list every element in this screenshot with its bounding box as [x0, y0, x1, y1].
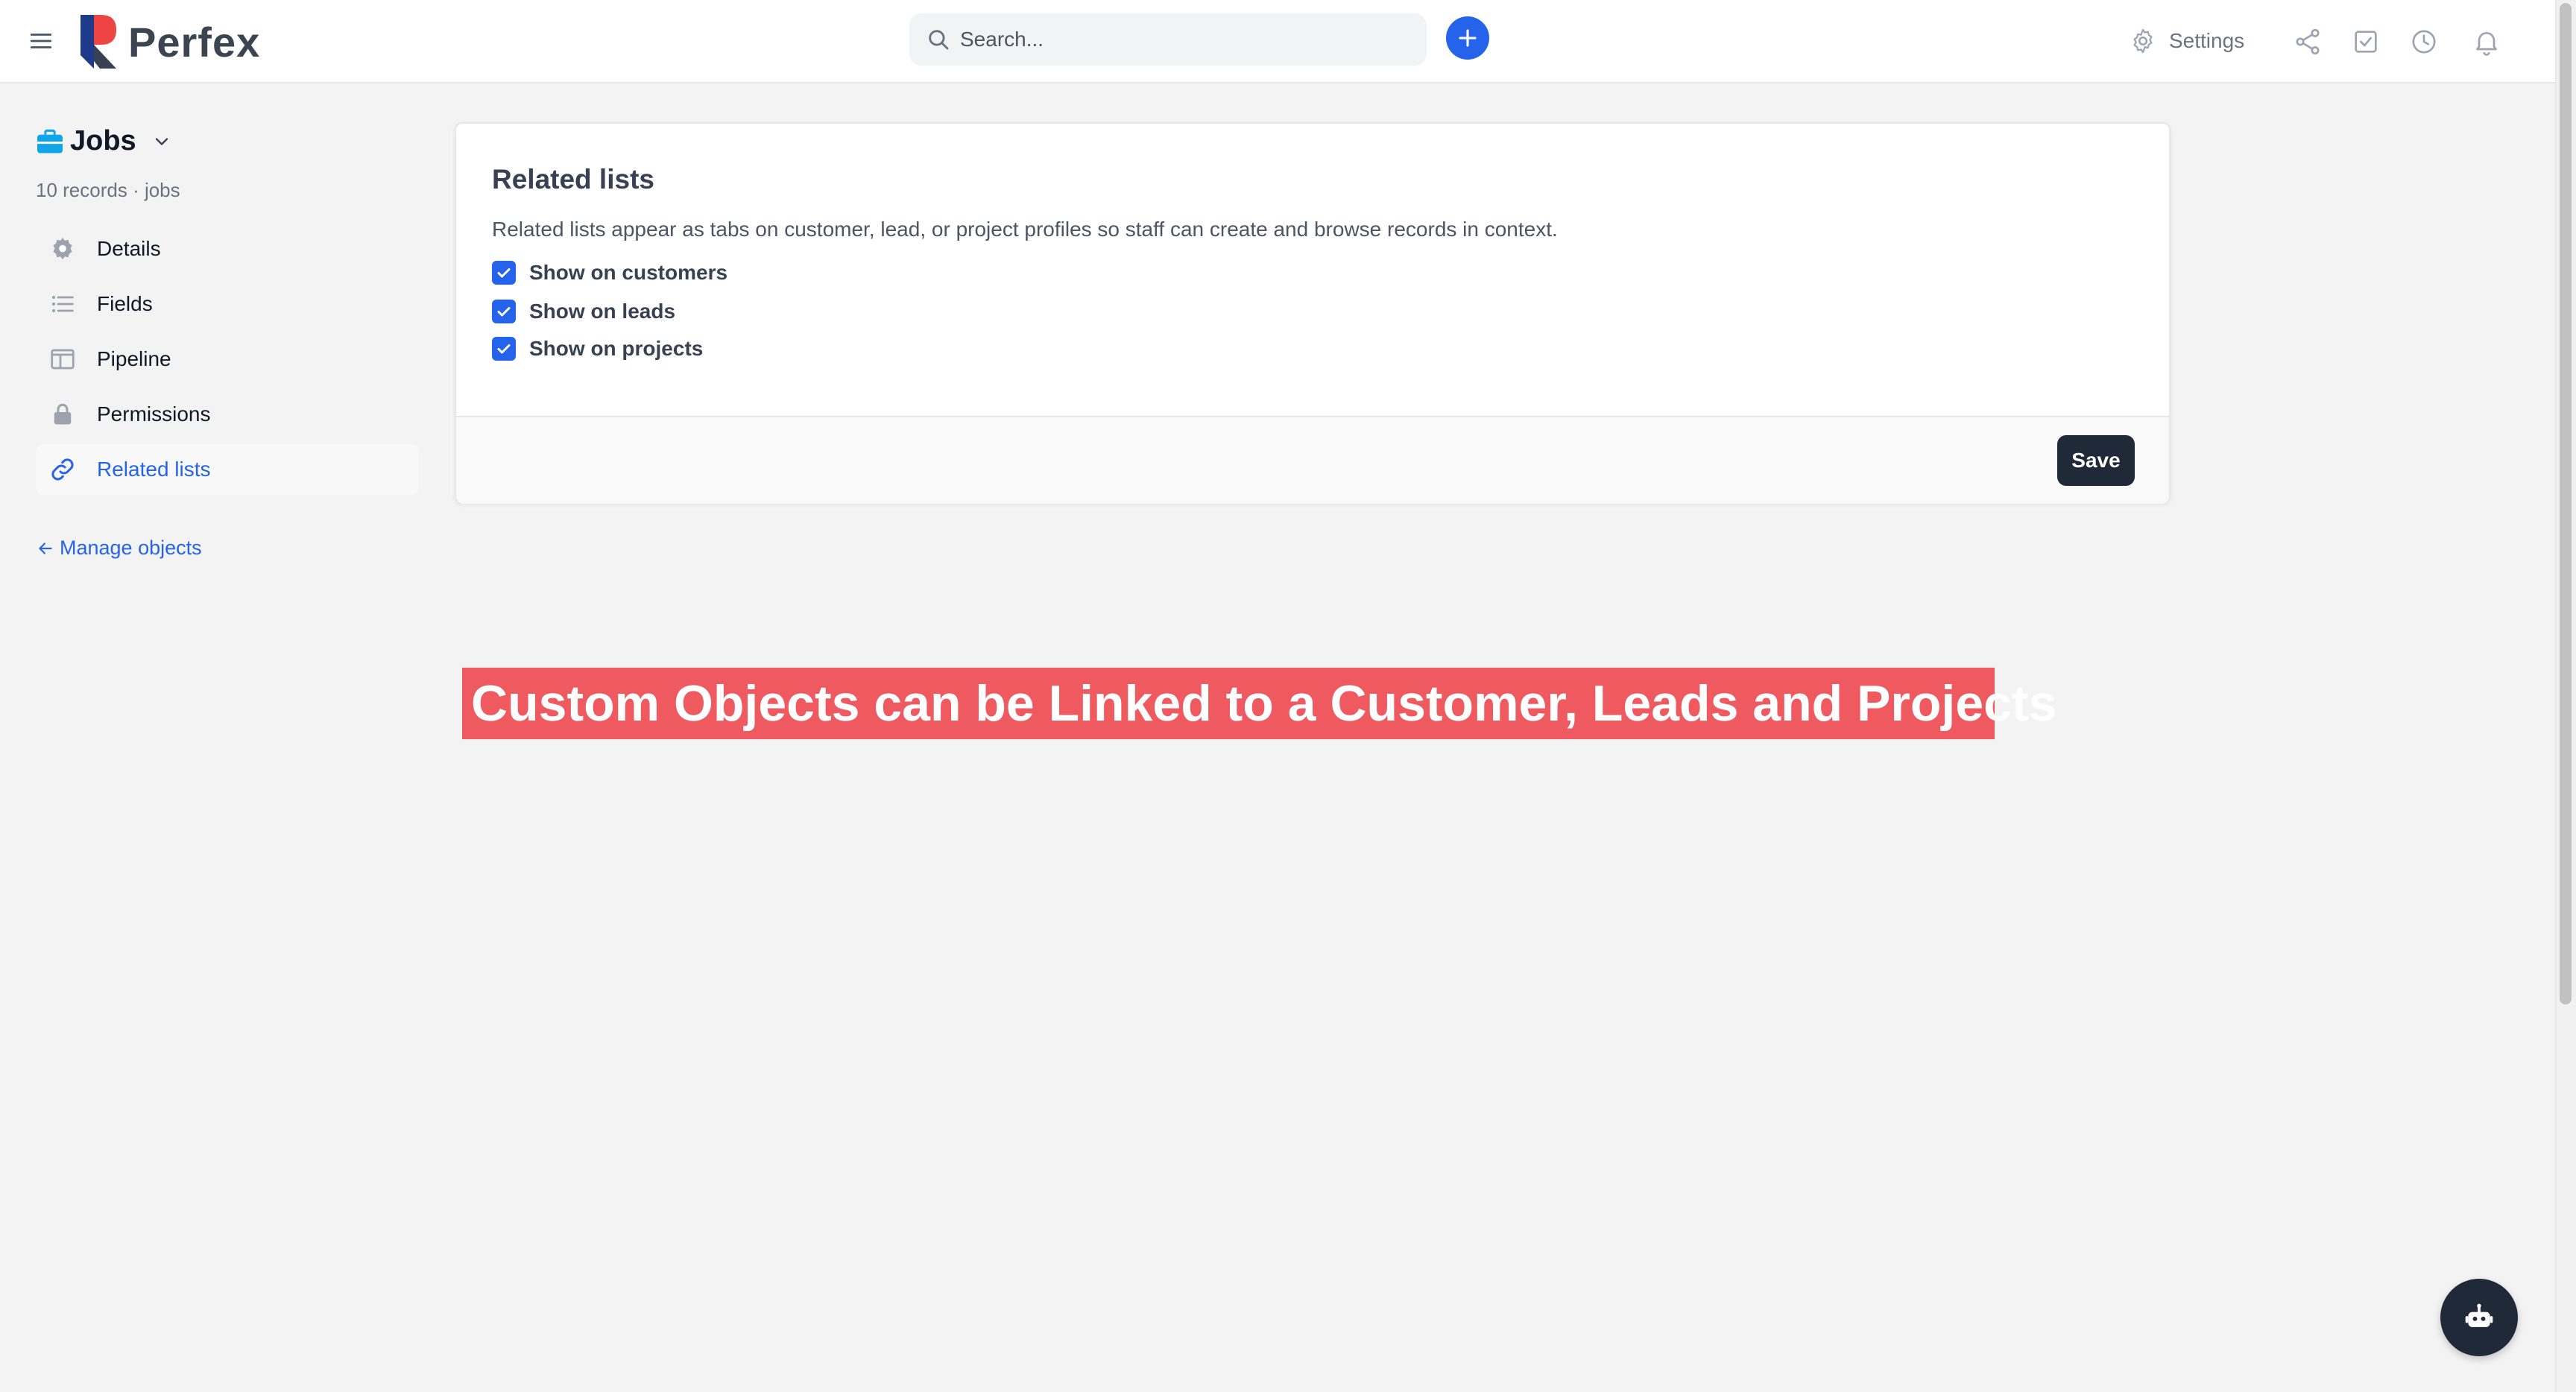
save-button[interactable]: Save	[2057, 435, 2135, 486]
checkmark-icon	[497, 307, 511, 317]
object-meta: 10 records · jobs	[36, 179, 180, 201]
checkbox-projects[interactable]	[492, 337, 516, 361]
checkbox-leads[interactable]	[492, 300, 516, 323]
chatbot-button[interactable]	[2440, 1279, 2518, 1356]
sidebar-item-permissions[interactable]: Permissions	[36, 389, 419, 440]
gear-icon	[2133, 28, 2153, 54]
settings-label: Settings	[2169, 29, 2245, 52]
search-input[interactable]	[960, 13, 1407, 66]
checkbox-customers[interactable]	[492, 261, 516, 285]
sidebar-item-label: Related lists	[97, 458, 211, 481]
card-title: Related lists	[492, 164, 654, 194]
bell-icon[interactable]	[2472, 27, 2501, 57]
settings-button[interactable]: Settings	[2129, 27, 2244, 55]
share-icon[interactable]	[2293, 27, 2323, 57]
menu-icon[interactable]	[28, 28, 54, 54]
sidebar-item-label: Details	[97, 237, 161, 260]
top-bar: Perfex Settings	[0, 0, 2555, 83]
manage-objects-link[interactable]: Manage objects	[36, 537, 202, 560]
clock-icon[interactable]	[2409, 27, 2439, 57]
sidebar-item-pipeline[interactable]: Pipeline	[36, 334, 419, 385]
checkbox-label: Show on customers	[529, 261, 728, 284]
arrow-left-icon	[39, 542, 52, 554]
checkmark-icon	[497, 268, 511, 278]
related-lists-card: Related lists Related lists appear as ta…	[455, 122, 2171, 504]
chevron-down-icon[interactable]	[151, 131, 172, 152]
plus-icon	[1459, 29, 1477, 47]
sidebar-item-related-lists[interactable]: Related lists	[36, 444, 419, 495]
sidebar-item-label: Pipeline	[97, 347, 171, 370]
checkbox-label: Show on leads	[529, 300, 676, 323]
sidebar-item-fields[interactable]: Fields	[36, 279, 419, 329]
quick-add-button[interactable]	[1446, 16, 1489, 60]
sidebar-item-label: Fields	[97, 292, 153, 315]
briefcase-icon	[37, 129, 63, 153]
manage-objects-label: Manage objects	[60, 537, 202, 559]
scrollbar-thumb[interactable]	[2560, 3, 2572, 1005]
option-show-on-projects[interactable]: Show on projects	[492, 337, 703, 361]
list-icon	[51, 295, 74, 313]
object-name: Jobs	[70, 125, 136, 156]
card-description: Related lists appear as tabs on customer…	[492, 218, 1558, 241]
search-icon	[929, 30, 949, 50]
card-footer: Save	[456, 416, 2169, 504]
search-bar[interactable]	[909, 13, 1427, 66]
option-show-on-leads[interactable]: Show on leads	[492, 300, 675, 323]
checkmark-icon	[497, 344, 511, 354]
checkbox-label: Show on projects	[529, 337, 704, 360]
object-nav: Details Fields Pipeline Permissions Rela…	[36, 224, 419, 499]
caption-banner: Custom Objects can be Linked to a Custom…	[462, 668, 2056, 739]
app-name: Perfex	[128, 18, 261, 66]
gear-icon	[53, 238, 72, 260]
sidebar-item-label: Permissions	[97, 402, 211, 425]
checkbox-icon[interactable]	[2351, 27, 2381, 57]
logo-mark-icon	[80, 15, 116, 69]
option-show-on-customers[interactable]: Show on customers	[492, 261, 727, 285]
link-icon	[51, 458, 74, 481]
lock-icon	[54, 403, 72, 425]
object-header: Jobs	[36, 125, 172, 157]
app-logo[interactable]: Perfex	[80, 15, 260, 69]
sidebar-item-details[interactable]: Details	[36, 224, 419, 274]
columns-icon	[51, 349, 75, 370]
robot-icon	[2465, 1303, 2493, 1327]
app-page: Perfex Settings	[0, 0, 2576, 1392]
